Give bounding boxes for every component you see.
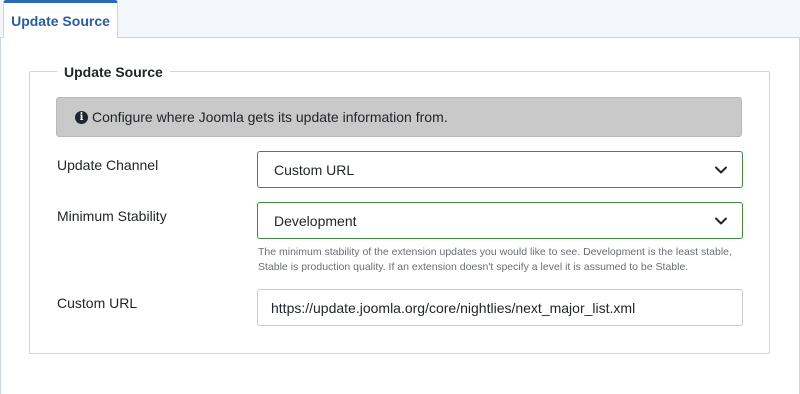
chevron-down-icon — [714, 163, 728, 177]
custom-url-label: Custom URL — [57, 295, 138, 311]
update-channel-label: Update Channel — [57, 157, 159, 173]
update-channel-select[interactable]: Custom URL — [257, 151, 743, 188]
minimum-stability-label: Minimum Stability — [57, 208, 167, 224]
tab-update-source[interactable]: Update Source — [3, 0, 118, 39]
tab-bar: Update Source — [0, 0, 800, 39]
update-channel-value: Custom URL — [274, 161, 355, 178]
info-alert: i Configure where Joomla gets its update… — [56, 97, 742, 137]
alert-text: Configure where Joomla gets its update i… — [92, 109, 448, 125]
minimum-stability-value: Development — [274, 212, 357, 229]
chevron-down-icon — [714, 214, 728, 228]
fieldset-legend: Update Source — [57, 64, 170, 80]
minimum-stability-description: The minimum stability of the extension u… — [258, 246, 732, 273]
info-icon: i — [75, 110, 88, 124]
minimum-stability-select[interactable]: Development — [257, 202, 743, 239]
custom-url-input[interactable] — [257, 289, 743, 326]
